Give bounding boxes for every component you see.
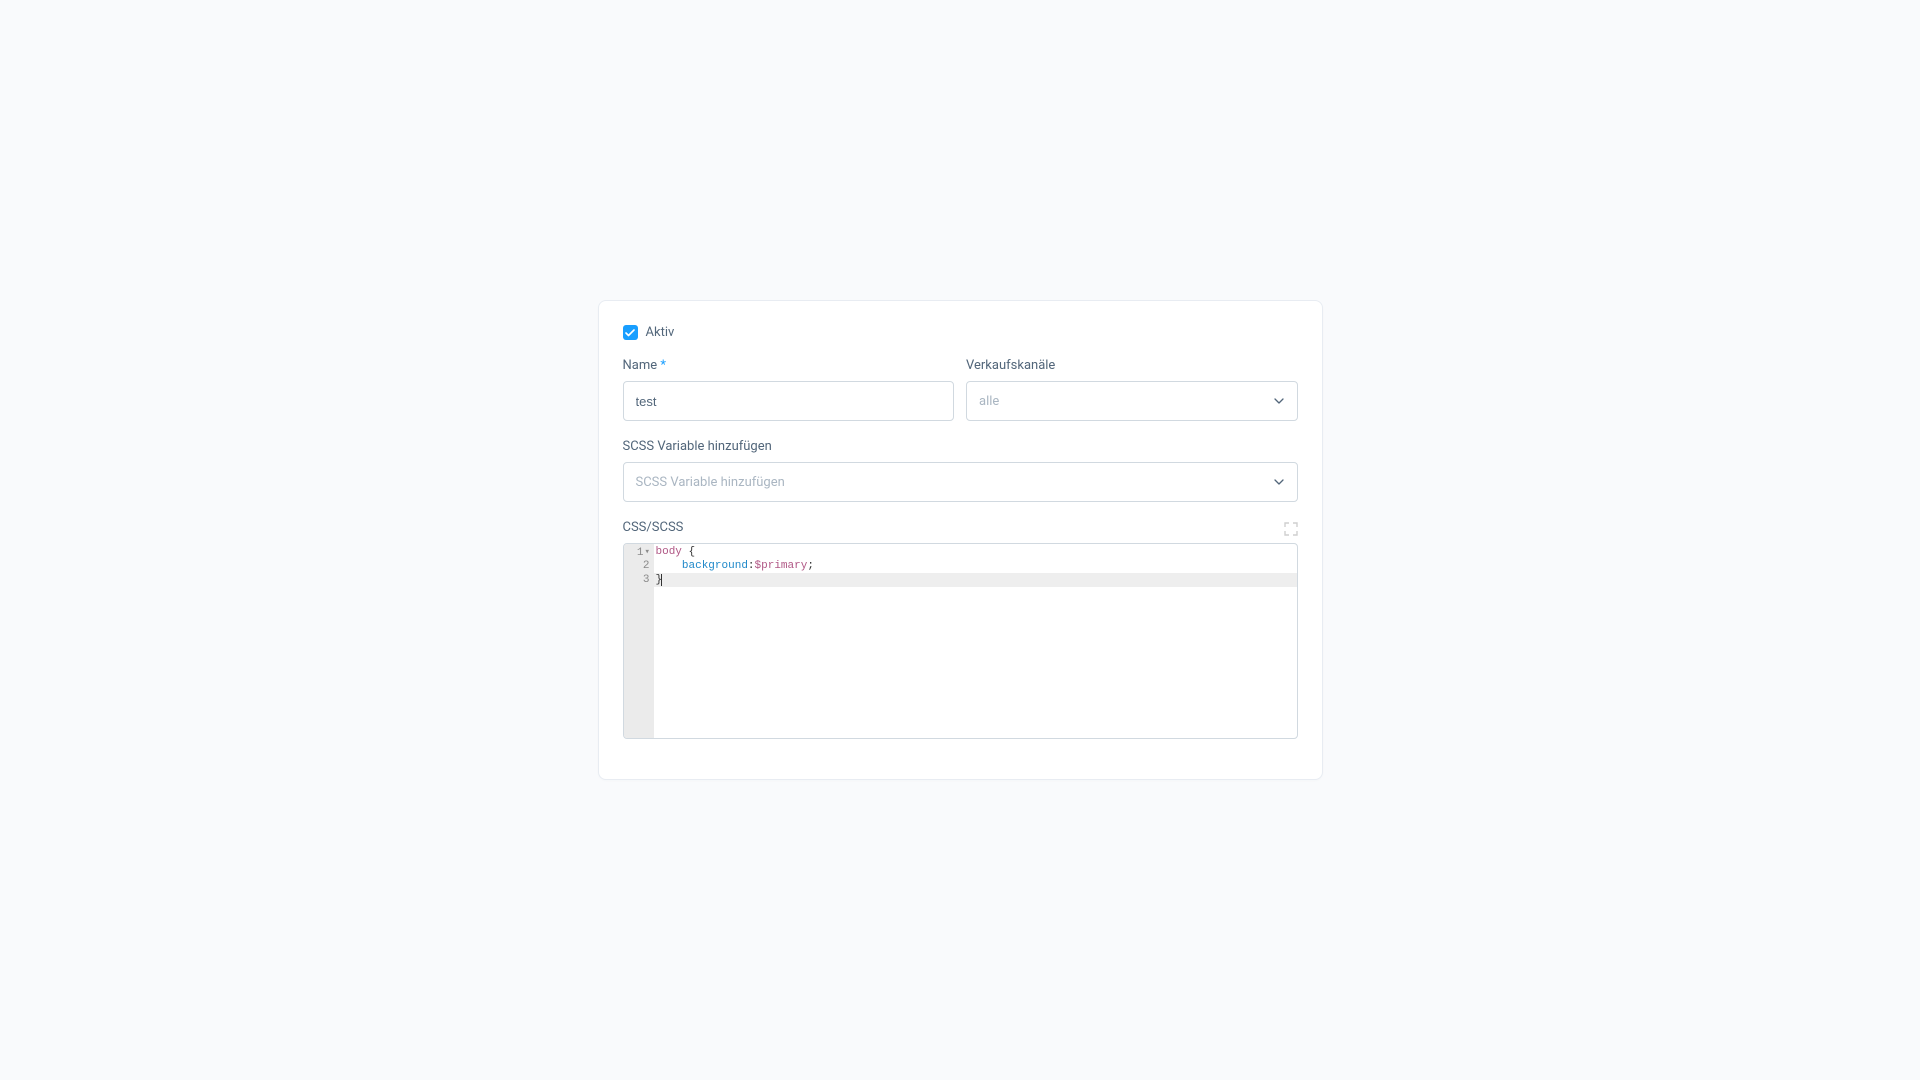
scss-var-placeholder: SCSS Variable hinzufügen xyxy=(636,475,785,490)
editor-content[interactable]: body { background:$primary; } xyxy=(654,544,1297,738)
sales-channels-label: Verkaufskanäle xyxy=(966,358,1298,373)
name-label-text: Name xyxy=(623,358,658,373)
chevron-down-icon xyxy=(1273,476,1285,488)
scss-var-label: SCSS Variable hinzufügen xyxy=(623,439,1298,454)
token-value: $primary xyxy=(755,560,808,572)
token-brace: { xyxy=(682,546,695,558)
required-marker: * xyxy=(660,358,666,373)
active-row: Aktiv xyxy=(623,325,1298,340)
token-colon: : xyxy=(748,560,755,572)
token-selector: body xyxy=(656,546,682,558)
name-col: Name * xyxy=(623,358,955,421)
code-editor[interactable]: 1▾ 2 3 body { background:$primary; } xyxy=(623,543,1298,739)
name-label: Name * xyxy=(623,358,955,373)
editor-gutter: 1▾ 2 3 xyxy=(624,544,654,738)
editor-header: CSS/SCSS xyxy=(623,520,1298,535)
name-input[interactable] xyxy=(623,381,955,421)
sales-channels-col: Verkaufskanäle alle xyxy=(966,358,1298,421)
expand-icon[interactable] xyxy=(1284,521,1298,535)
text-cursor xyxy=(661,574,662,586)
check-icon xyxy=(625,328,635,338)
token-property: background xyxy=(682,560,748,572)
sales-channels-value: alle xyxy=(979,394,999,409)
line-number: 2 xyxy=(624,559,650,573)
settings-card: Aktiv Name * Verkaufskanäle alle SCSS Va… xyxy=(598,300,1323,780)
active-label: Aktiv xyxy=(646,325,675,340)
code-line-active: } xyxy=(654,573,1297,587)
scss-var-col: SCSS Variable hinzufügen SCSS Variable h… xyxy=(623,439,1298,502)
active-checkbox[interactable] xyxy=(623,325,638,340)
fold-marker-icon: ▾ xyxy=(645,545,650,559)
sales-channels-select[interactable]: alle xyxy=(966,381,1298,421)
name-channels-row: Name * Verkaufskanäle alle xyxy=(623,358,1298,421)
scss-var-select[interactable]: SCSS Variable hinzufügen xyxy=(623,462,1298,502)
code-line: body { xyxy=(656,545,1295,559)
line-number: 1▾ xyxy=(624,545,650,559)
token-semicolon: ; xyxy=(807,560,814,572)
line-number: 3 xyxy=(624,573,650,587)
code-line: background:$primary; xyxy=(656,559,1295,573)
chevron-down-icon xyxy=(1273,395,1285,407)
editor-section: CSS/SCSS 1▾ 2 3 body { background:$prima… xyxy=(623,520,1298,739)
editor-label: CSS/SCSS xyxy=(623,520,684,535)
